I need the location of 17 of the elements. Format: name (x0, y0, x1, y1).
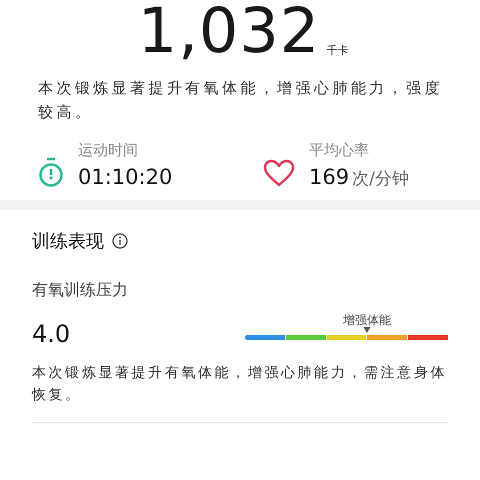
stat-unit: 次/分钟 (352, 169, 409, 189)
pointer-icon (363, 327, 370, 333)
stopwatch-icon (38, 157, 64, 189)
metric-label: 有氧训练压力 (32, 280, 129, 301)
stat-value: 169 (309, 165, 350, 189)
marker-label: 增强体能 (342, 313, 391, 327)
metric-description: 本次锻炼显著提升有氧体能，增强心肺能力，需注意身体恢复。 (32, 362, 448, 423)
section-title: 训练表现 (32, 230, 104, 253)
info-icon[interactable] (112, 233, 128, 249)
stat-label: 运动时间 (78, 140, 139, 161)
calorie-value: 1,032 (138, 0, 320, 62)
stat-value: 01:10:20 (78, 165, 172, 189)
calorie-unit: 千卡 (326, 43, 348, 58)
stat-label: 平均心率 (309, 140, 370, 161)
metric-value: 4.0 (32, 320, 70, 348)
heart-icon (263, 159, 295, 187)
summary-description: 本次锻炼显著提升有氧体能，增强心肺能力，强度较高。 (38, 78, 444, 123)
